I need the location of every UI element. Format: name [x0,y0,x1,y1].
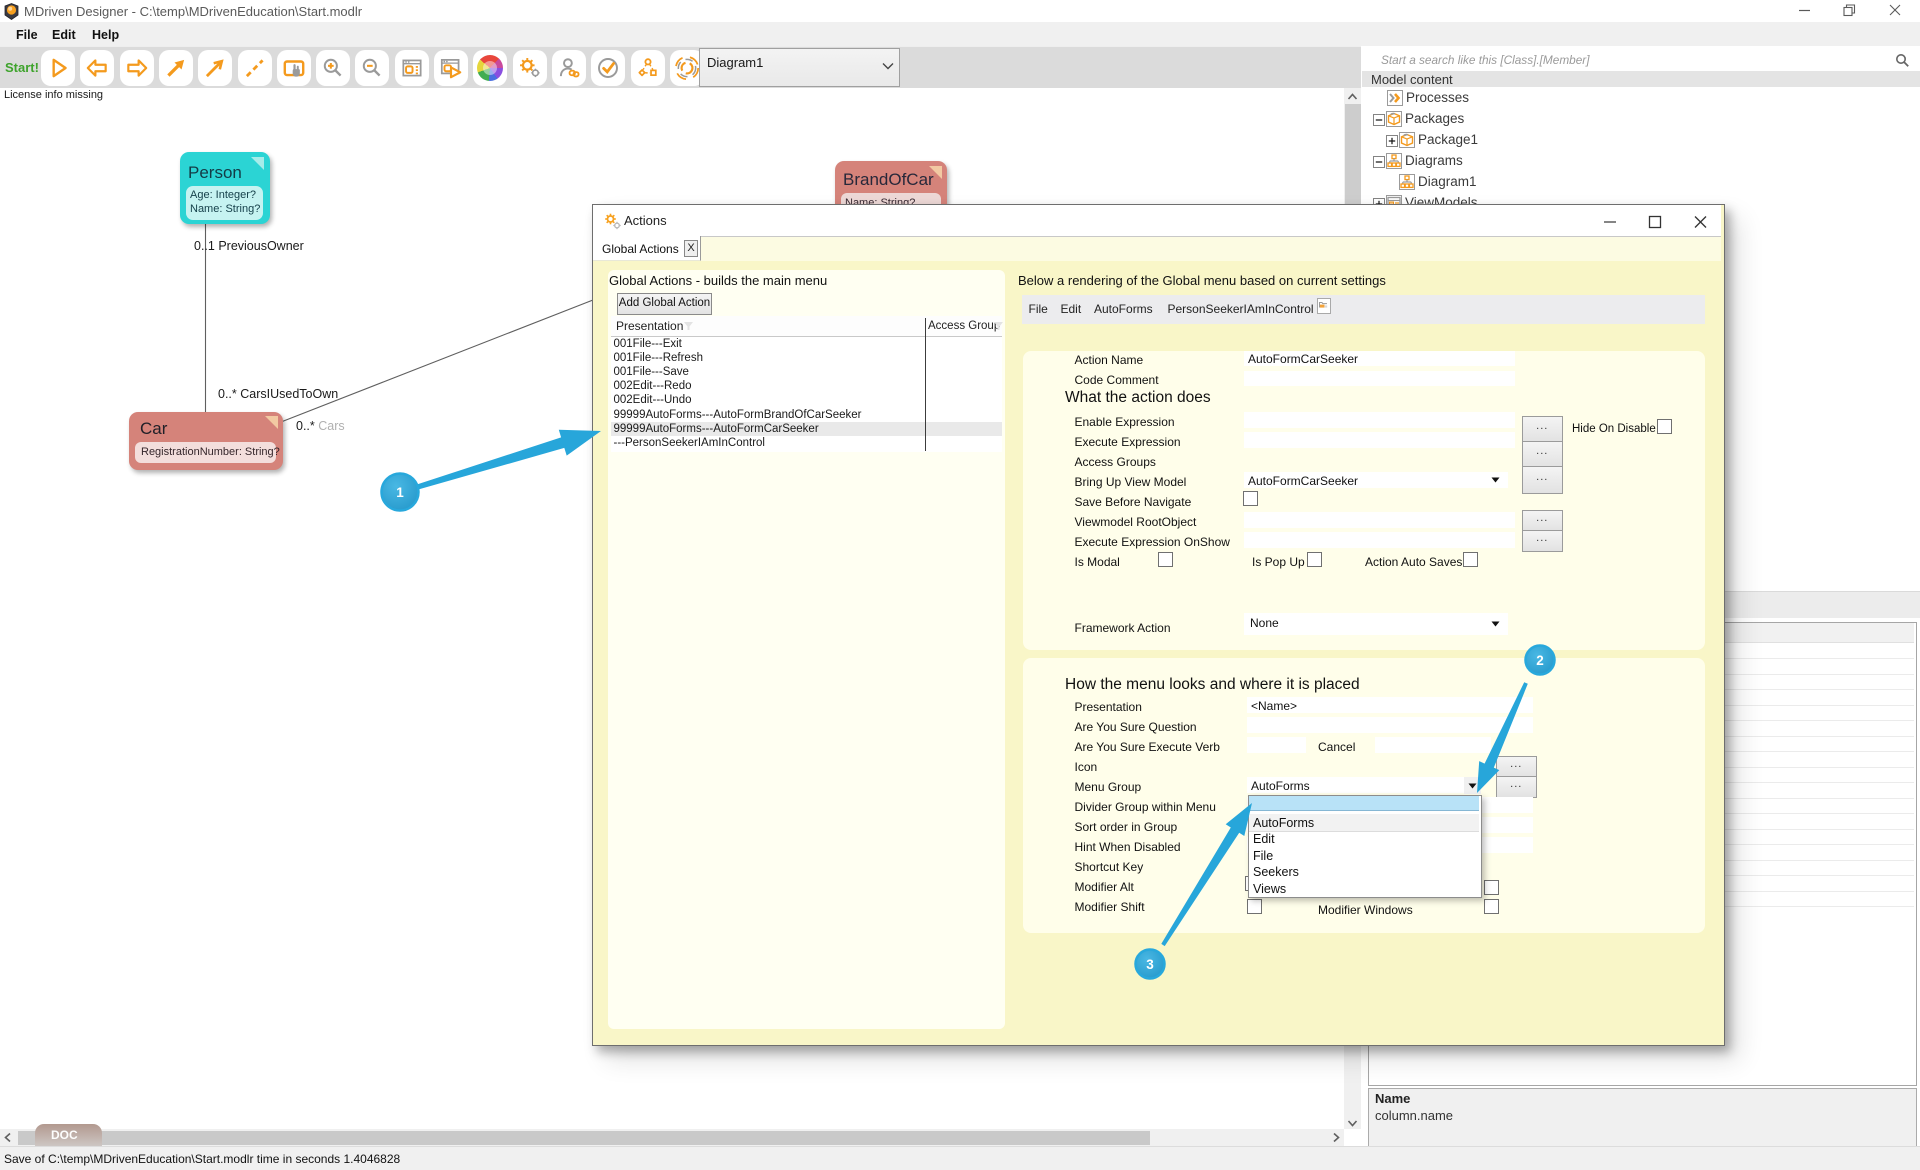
svg-text:3: 3 [1146,957,1154,972]
svg-text:2: 2 [1536,653,1544,668]
svg-text:1: 1 [396,485,404,500]
